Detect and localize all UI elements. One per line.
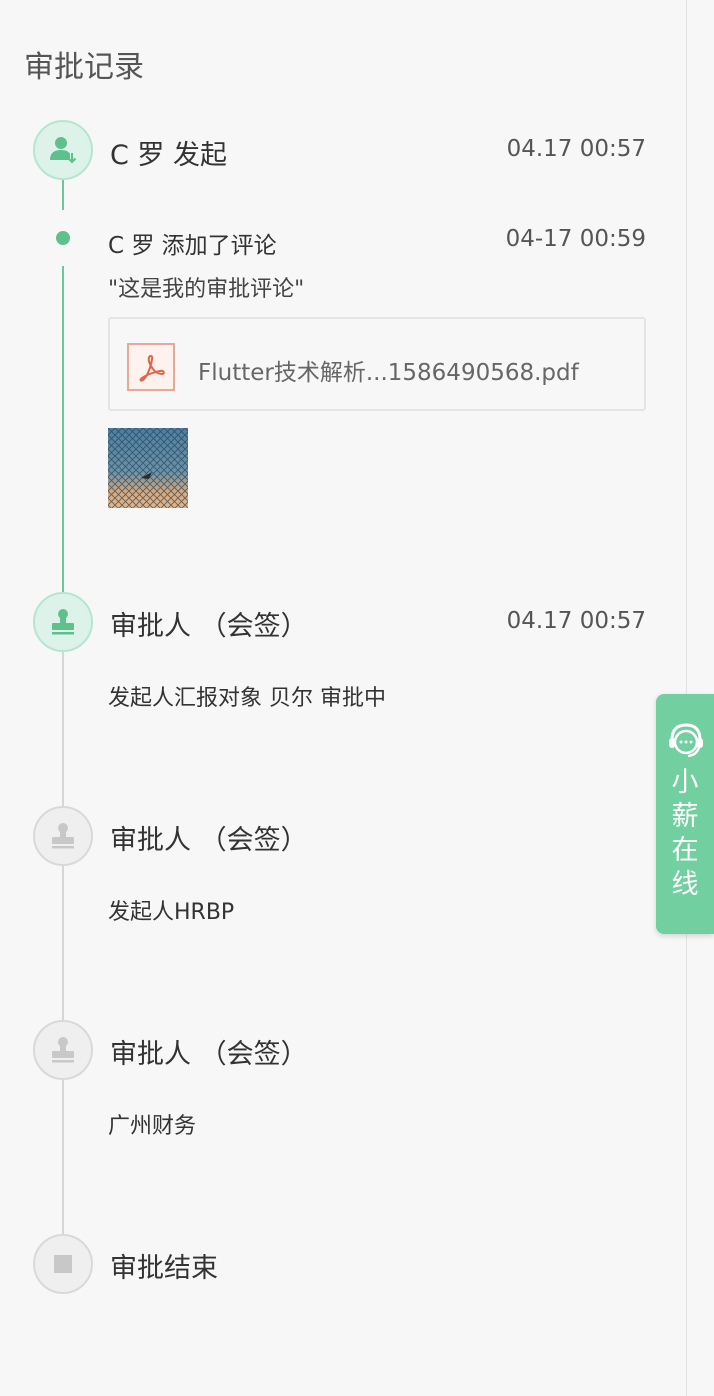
comment-image-thumbnail[interactable] [108, 428, 188, 508]
step-title: C 罗 发起 [110, 140, 228, 171]
online-service-button[interactable]: 小 薪 在 线 [656, 694, 714, 934]
timeline-line [62, 652, 64, 806]
comment-text: "这是我的审批评论" [108, 277, 305, 302]
timeline-line [62, 180, 64, 210]
step-title: 审批人 （会签） [110, 611, 308, 642]
approver-stamp-icon [33, 1020, 93, 1080]
initiator-node-icon [33, 120, 93, 180]
step-subtitle: 发起人HRBP [108, 900, 235, 925]
comment-author: C 罗 添加了评论 [108, 233, 277, 259]
comment-time: 04-17 00:59 [505, 226, 646, 252]
timeline-line [62, 266, 64, 592]
timeline-line [62, 1080, 64, 1234]
step-subtitle: 发起人汇报对象 贝尔 审批中 [108, 686, 386, 711]
section-title: 审批记录 [24, 50, 144, 85]
approver-stamp-icon [33, 592, 93, 652]
step-subtitle: 广州财务 [108, 1114, 197, 1139]
pdf-icon [127, 343, 175, 391]
step-title: 审批人 （会签） [110, 825, 308, 856]
step-title: 审批结束 [110, 1253, 218, 1284]
attachment-card[interactable]: Flutter技术解析...1586490568.pdf [108, 317, 646, 411]
online-service-label: 小 薪 在 线 [671, 767, 699, 900]
approver-stamp-icon [33, 806, 93, 866]
comment-dot [56, 231, 70, 245]
step-title: 审批人 （会签） [110, 1039, 308, 1070]
timeline-line [62, 866, 64, 1020]
attachment-file-name: Flutter技术解析...1586490568.pdf [198, 360, 579, 386]
step-time: 04.17 00:57 [506, 136, 646, 162]
step-time: 04.17 00:57 [506, 608, 646, 634]
end-stop-icon [33, 1234, 93, 1294]
headset-chat-icon [669, 723, 703, 758]
